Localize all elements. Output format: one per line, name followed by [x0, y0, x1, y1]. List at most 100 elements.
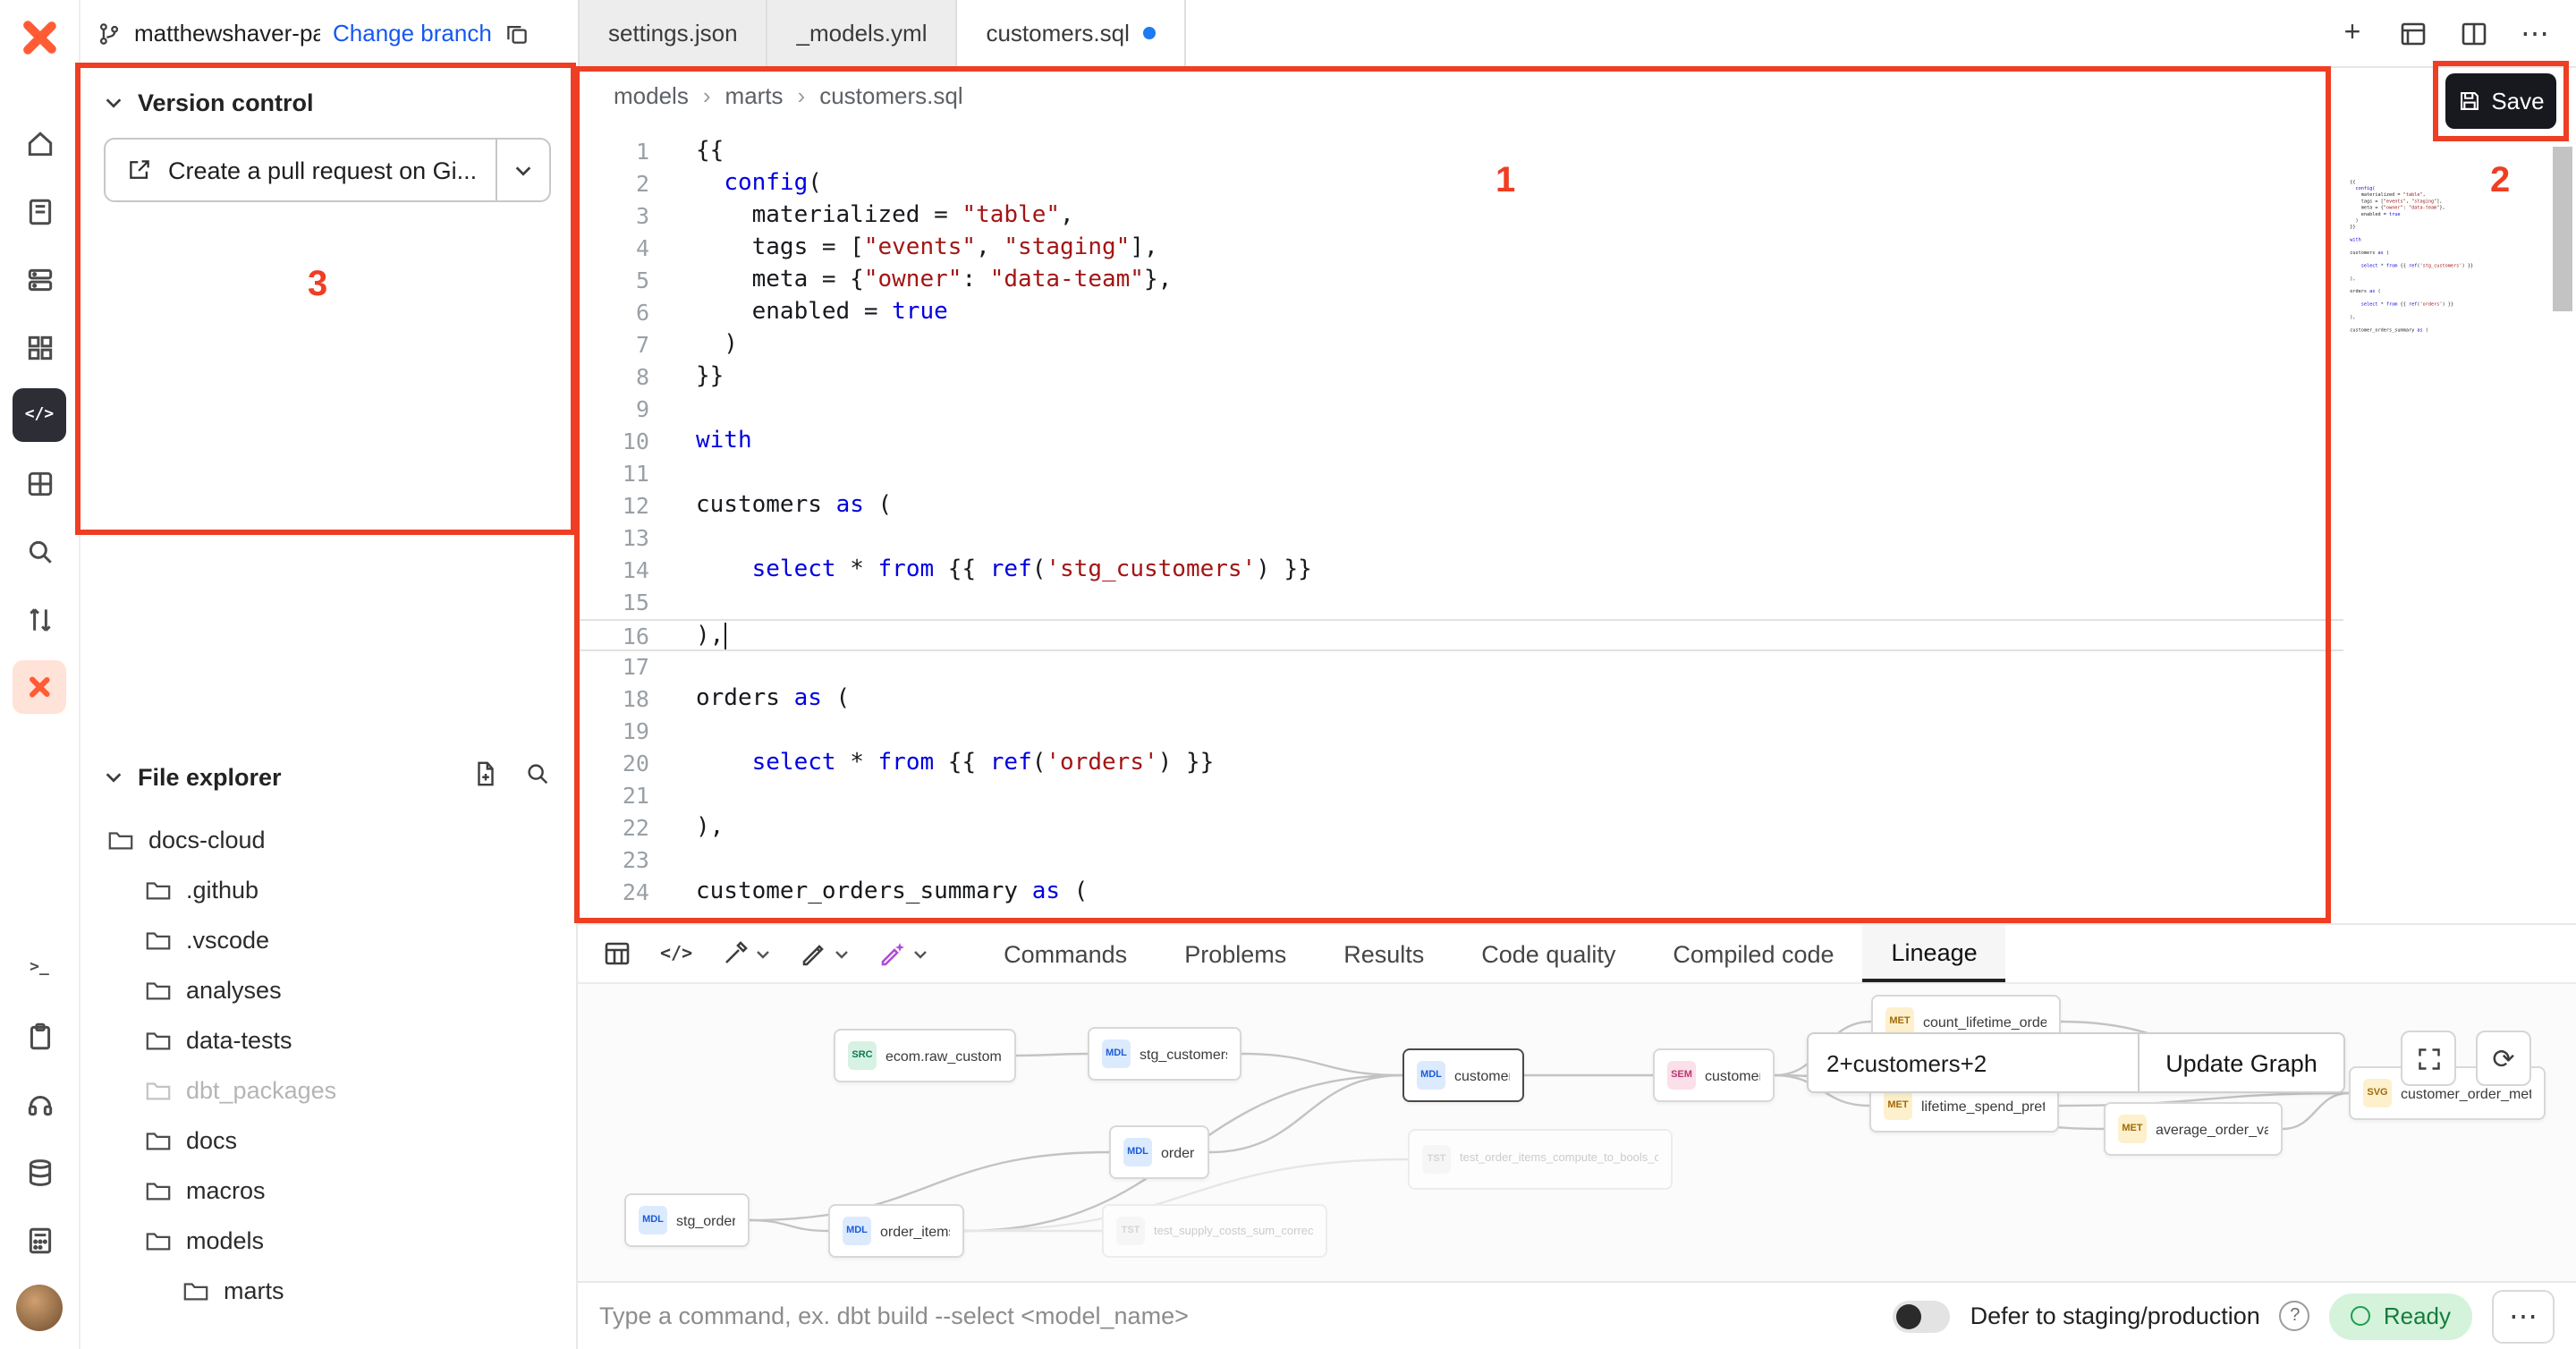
- calculator-icon[interactable]: [13, 1213, 66, 1267]
- status-badge[interactable]: Ready: [2330, 1293, 2472, 1339]
- create-pr-caret[interactable]: [496, 140, 549, 200]
- code-line-21[interactable]: 21: [2347, 308, 2537, 314]
- new-tab-plus-icon[interactable]: +: [2336, 17, 2368, 49]
- code-line-12[interactable]: 12customers as (: [2347, 250, 2537, 256]
- more-options-button[interactable]: ⋯: [2492, 1289, 2555, 1343]
- tab-settings.json[interactable]: settings.json: [578, 0, 768, 66]
- code-line-17[interactable]: 17: [2347, 282, 2537, 288]
- code-line-8[interactable]: 8}}: [578, 361, 2343, 394]
- chevron-down-icon[interactable]: [755, 946, 771, 962]
- lineage-node-raw_customers[interactable]: SRCecom.raw_customers: [834, 1029, 1016, 1082]
- home-icon[interactable]: [13, 116, 66, 170]
- code-line-20[interactable]: 20 select * from {{ ref('orders') }}: [2347, 301, 2537, 308]
- more-icon[interactable]: ⋯: [2519, 17, 2551, 49]
- code-line-11[interactable]: 11: [578, 458, 2343, 490]
- code-line-19[interactable]: 19: [578, 716, 2343, 748]
- format-tool-group[interactable]: [800, 925, 850, 982]
- file-tree-item-dbt_packages[interactable]: dbt_packages: [79, 1065, 576, 1115]
- code-line-3[interactable]: 3 materialized = "table",: [578, 200, 2343, 233]
- new-file-icon[interactable]: [472, 760, 499, 793]
- tab-customers.sql[interactable]: customers.sql: [957, 0, 1186, 66]
- lineage-node-customers_semantic[interactable]: SEMcustomers: [1653, 1048, 1775, 1102]
- headset-icon[interactable]: [13, 1077, 66, 1131]
- user-avatar[interactable]: [16, 1285, 63, 1331]
- code-line-12[interactable]: 12customers as (: [578, 490, 2343, 522]
- layout-list-icon[interactable]: [2397, 17, 2429, 49]
- file-tree-item-docs-cloud[interactable]: docs-cloud: [79, 814, 576, 864]
- code-line-16[interactable]: 16),: [2347, 276, 2537, 282]
- code-line-9[interactable]: 9: [2347, 231, 2537, 237]
- compare-icon[interactable]: [13, 592, 66, 646]
- code-line-23[interactable]: 23: [2347, 320, 2537, 327]
- code-line-5[interactable]: 5 meta = {"owner": "data-team"},: [578, 265, 2343, 297]
- refresh-icon[interactable]: ⟳: [2476, 1031, 2531, 1086]
- code-line-2[interactable]: 2 config(: [578, 168, 2343, 200]
- change-branch-link[interactable]: Change branch: [333, 20, 492, 47]
- bottom-tab-code-quality[interactable]: Code quality: [1453, 925, 1644, 982]
- fullscreen-icon[interactable]: [2401, 1031, 2456, 1086]
- lineage-node-order_items[interactable]: MDLorder_items: [828, 1204, 964, 1258]
- lineage-graph[interactable]: SRCecom.raw_customersMDLstg_customersMDL…: [578, 984, 2576, 1281]
- version-control-header[interactable]: Version control: [79, 66, 576, 132]
- copy-icon[interactable]: [504, 21, 530, 46]
- code-line-7[interactable]: 7 ): [2347, 217, 2537, 224]
- bottom-tab-compiled-code[interactable]: Compiled code: [1644, 925, 1862, 982]
- file-tree-item-.vscode[interactable]: .vscode: [79, 914, 576, 964]
- code-line-1[interactable]: 1{{: [2347, 179, 2537, 185]
- code-line-9[interactable]: 9: [578, 394, 2343, 426]
- chevron-down-icon[interactable]: [834, 946, 850, 962]
- code-line-16[interactable]: 16),: [578, 619, 2343, 651]
- widgets-icon[interactable]: [13, 456, 66, 510]
- breadcrumb-item[interactable]: models: [614, 82, 689, 109]
- code-line-14[interactable]: 14 select * from {{ ref('stg_customers')…: [2347, 263, 2537, 269]
- split-panel-icon[interactable]: [2458, 17, 2490, 49]
- code-line-24[interactable]: 24customer_orders_summary as (: [2347, 327, 2537, 334]
- code-line-5[interactable]: 5 meta = {"owner": "data-team"},: [2347, 205, 2537, 211]
- terminal-icon[interactable]: >_: [13, 941, 66, 995]
- search-icon[interactable]: [524, 760, 551, 793]
- build-tool-group[interactable]: [721, 925, 771, 982]
- code-line-10[interactable]: 10with: [578, 426, 2343, 458]
- file-tree-item-.github[interactable]: .github: [79, 864, 576, 914]
- code-view-icon[interactable]: </>: [660, 925, 692, 982]
- tab-_models.yml[interactable]: _models.yml: [768, 0, 958, 66]
- server-icon[interactable]: [13, 252, 66, 306]
- code-line-17[interactable]: 17: [578, 651, 2343, 683]
- chevron-down-icon[interactable]: [912, 946, 928, 962]
- code-line-13[interactable]: 13: [578, 522, 2343, 555]
- code-editor-icon[interactable]: </>: [13, 388, 66, 442]
- lineage-node-test_supply_costs[interactable]: TSTtest_supply_costs_sum_correctly: [1102, 1204, 1327, 1258]
- file-tree-item-macros[interactable]: macros: [79, 1165, 576, 1215]
- code-line-4[interactable]: 4 tags = ["events", "staging"],: [2347, 199, 2537, 205]
- bottom-tab-commands[interactable]: Commands: [975, 925, 1156, 982]
- file-explorer-header[interactable]: File explorer: [79, 746, 576, 807]
- code-line-22[interactable]: 22),: [578, 812, 2343, 844]
- create-pr-button[interactable]: Create a pull request on Gi...: [104, 138, 551, 202]
- code-line-6[interactable]: 6 enabled = true: [2347, 211, 2537, 217]
- lineage-node-orders_model[interactable]: MDLorders: [1109, 1125, 1209, 1179]
- lineage-node-average_order_value[interactable]: METaverage_order_value: [2104, 1102, 2283, 1156]
- lineage-node-test_order_items[interactable]: TSTtest_order_items_compute_to_bools_cor…: [1408, 1129, 1673, 1190]
- help-icon[interactable]: ?: [2280, 1301, 2310, 1331]
- command-input[interactable]: Type a command, ex. dbt build --select <…: [599, 1302, 1189, 1329]
- bottom-tab-results[interactable]: Results: [1315, 925, 1453, 982]
- code-line-20[interactable]: 20 select * from {{ ref('orders') }}: [578, 748, 2343, 780]
- code-line-6[interactable]: 6 enabled = true: [578, 297, 2343, 329]
- breadcrumb-item[interactable]: customers.sql: [819, 82, 962, 109]
- update-graph-button[interactable]: Update Graph: [2138, 1032, 2345, 1093]
- code-line-13[interactable]: 13: [2347, 256, 2537, 262]
- code-line-21[interactable]: 21: [578, 780, 2343, 812]
- lineage-node-stg_orders[interactable]: MDLstg_orders: [624, 1193, 750, 1247]
- code-line-3[interactable]: 3 materialized = "table",: [2347, 191, 2537, 198]
- code-line-10[interactable]: 10with: [2347, 237, 2537, 243]
- code-line-7[interactable]: 7 ): [578, 329, 2343, 361]
- bottom-tab-problems[interactable]: Problems: [1156, 925, 1315, 982]
- file-tree-item-marts[interactable]: marts: [79, 1265, 576, 1315]
- dbt-orange-icon[interactable]: [13, 660, 66, 714]
- query-icon[interactable]: [13, 524, 66, 578]
- copilot-tool-group[interactable]: [878, 925, 928, 982]
- bottom-tab-lineage[interactable]: Lineage: [1863, 925, 2006, 982]
- code-line-18[interactable]: 18orders as (: [578, 683, 2343, 716]
- editor-scrollbar[interactable]: [2553, 125, 2572, 923]
- scrollbar-thumb[interactable]: [2553, 147, 2572, 311]
